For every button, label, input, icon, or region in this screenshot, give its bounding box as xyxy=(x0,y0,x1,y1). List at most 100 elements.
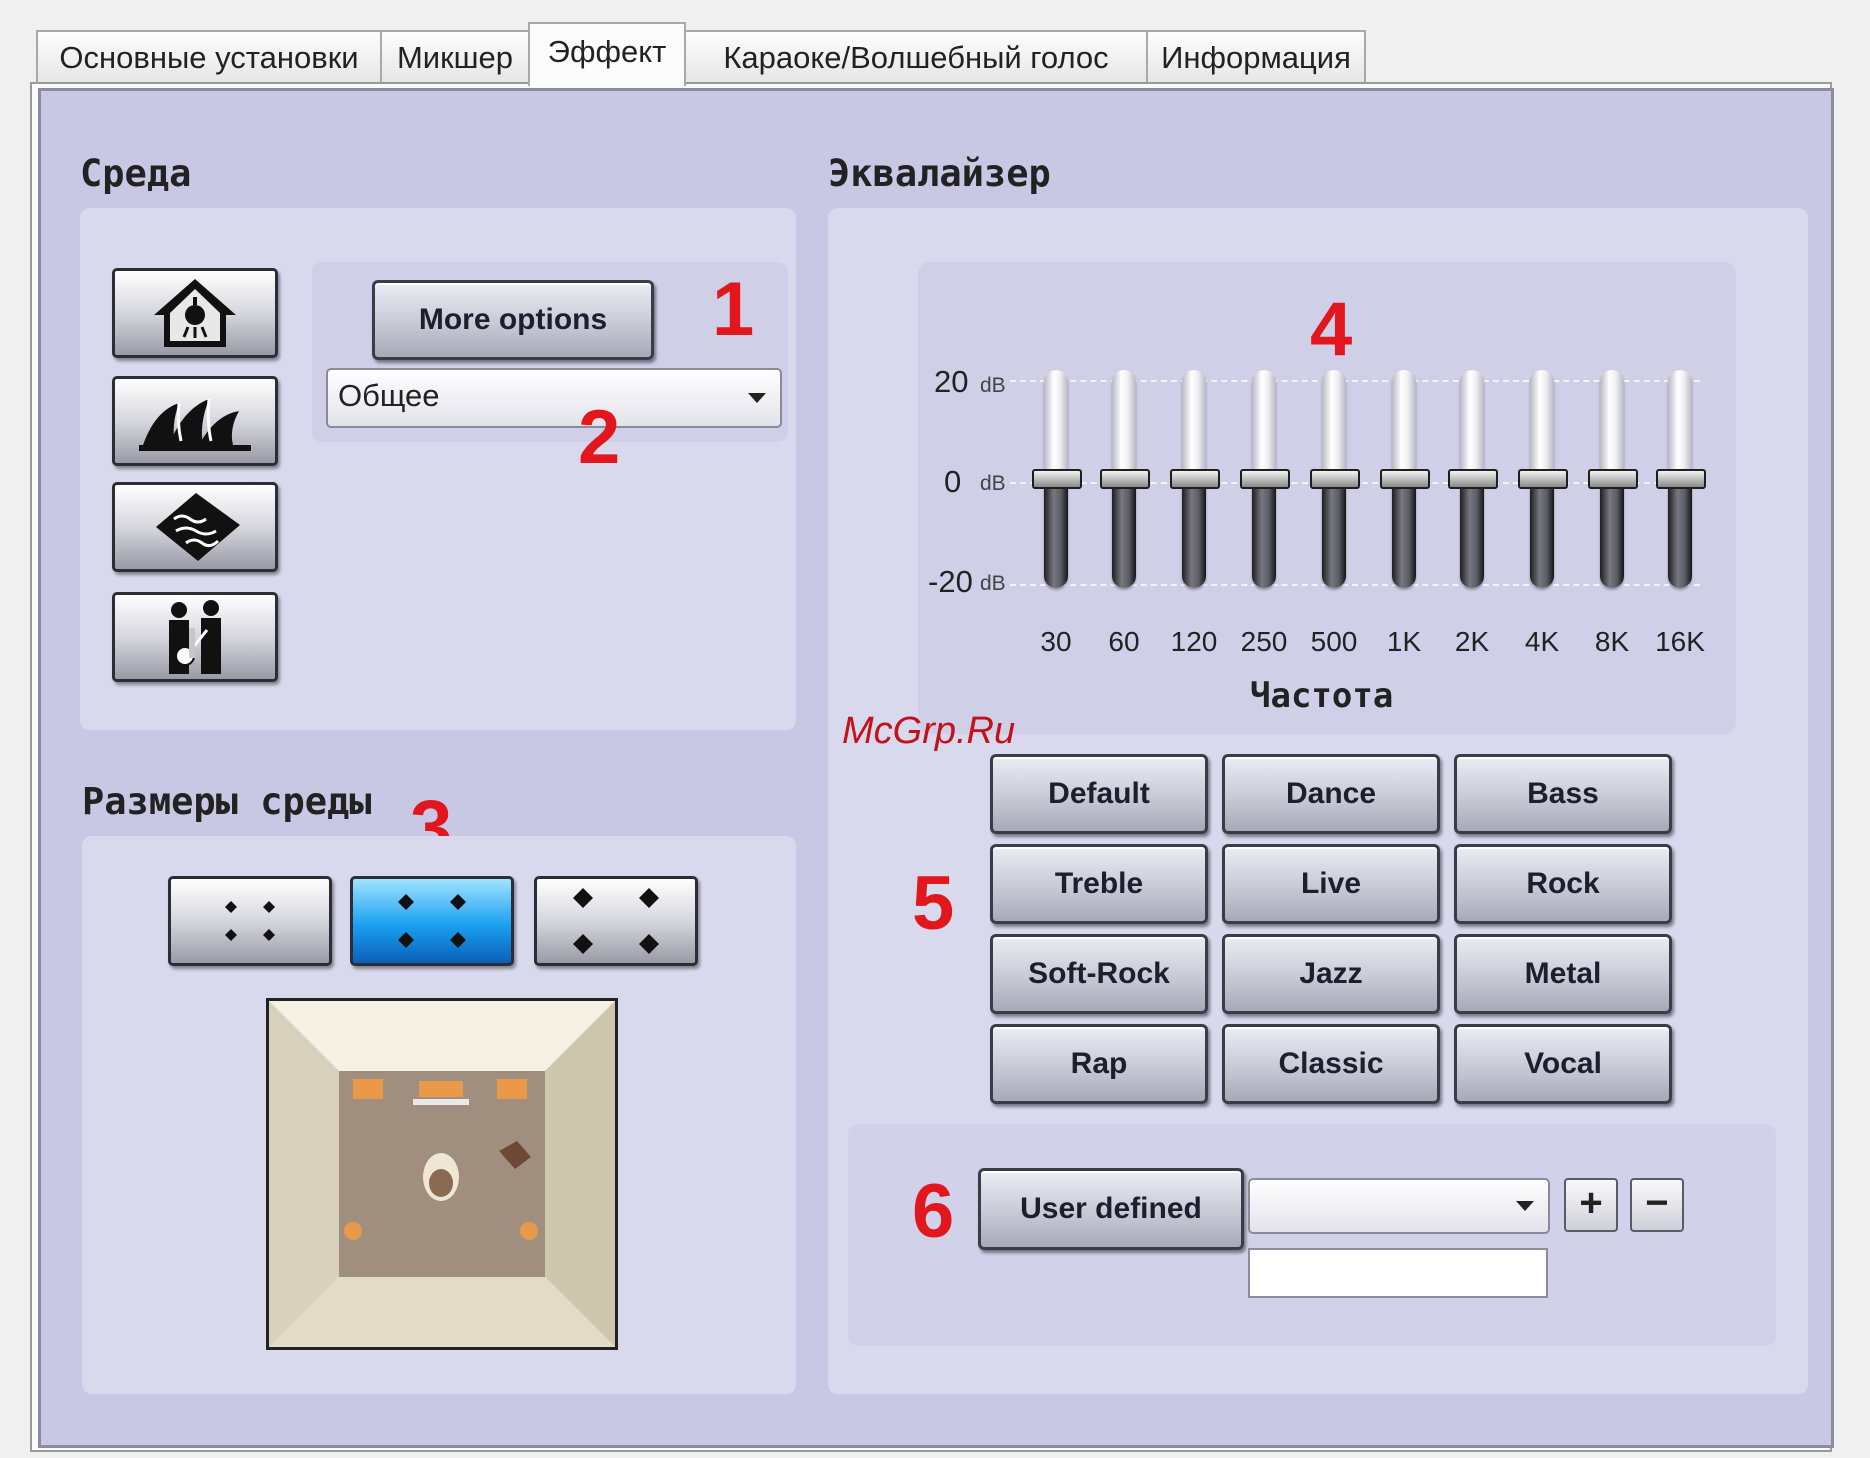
eq-slider-thumb[interactable] xyxy=(1588,469,1638,489)
frequency-label-250: 250 xyxy=(1240,626,1288,657)
add-preset-button[interactable]: + xyxy=(1564,1178,1618,1232)
frequency-label-8K: 8K xyxy=(1594,626,1630,657)
frequency-label-16K: 16K xyxy=(1655,626,1705,657)
eq-slider-60[interactable] xyxy=(1100,370,1150,590)
eq-slider-level xyxy=(1460,479,1484,588)
tab-basic-settings[interactable]: Основные установки xyxy=(36,30,382,82)
room-size-medium-button[interactable] xyxy=(350,876,514,966)
eq-slider-thumb[interactable] xyxy=(1100,469,1150,489)
medium-room-icon xyxy=(398,894,466,948)
db-unit-mid: dB xyxy=(980,472,1006,495)
chevron-down-icon xyxy=(748,393,766,403)
eq-slider-thumb[interactable] xyxy=(1032,469,1082,489)
preset-soft-rock-button[interactable]: Soft-Rock xyxy=(990,934,1208,1014)
tab-mixer[interactable]: Микшер xyxy=(380,30,530,82)
preset-dance-button[interactable]: Dance xyxy=(1222,754,1440,834)
frequency-label-120: 120 xyxy=(1170,626,1218,657)
environment-preset-dropdown[interactable]: Общее xyxy=(326,368,782,428)
preset-live-button[interactable]: Live xyxy=(1222,844,1440,924)
eq-slider-thumb[interactable] xyxy=(1518,469,1568,489)
annotation-2: 2 xyxy=(578,395,621,480)
db-unit-top: dB xyxy=(980,374,1006,397)
eq-slider-1K[interactable] xyxy=(1380,370,1430,590)
eq-slider-level xyxy=(1182,479,1206,588)
frequency-label-1K: 1K xyxy=(1386,626,1422,657)
more-options-label: More options xyxy=(418,303,608,336)
room-preview-image xyxy=(269,1001,615,1347)
annotation-4: 4 xyxy=(1310,287,1353,372)
eq-slider-thumb[interactable] xyxy=(1170,469,1220,489)
frequency-label-60: 60 xyxy=(1108,626,1140,657)
user-defined-label: User defined xyxy=(1020,1192,1202,1225)
tab-karaoke[interactable]: Караоке/Волшебный голос xyxy=(684,30,1148,82)
preset-vocal-label: Vocal xyxy=(1524,1047,1602,1080)
eq-slider-thumb[interactable] xyxy=(1448,469,1498,489)
user-preset-dropdown[interactable] xyxy=(1248,1178,1550,1234)
watermark: McGrp.Ru xyxy=(842,710,1016,752)
room-size-large-button[interactable] xyxy=(534,876,698,966)
room-size-small-button[interactable] xyxy=(168,876,332,966)
preset-rap-button[interactable]: Rap xyxy=(990,1024,1208,1104)
preset-treble-button[interactable]: Treble xyxy=(990,844,1208,924)
user-defined-button[interactable]: User defined xyxy=(978,1168,1244,1250)
preset-live-label: Live xyxy=(1300,867,1362,900)
water-carpet-icon xyxy=(156,493,240,561)
equalizer-title: Эквалайзер xyxy=(828,152,1051,195)
eq-slider-2K[interactable] xyxy=(1448,370,1498,590)
db-label-mid: 0 xyxy=(944,464,962,499)
db-label-top: 20 xyxy=(934,364,969,399)
remove-preset-button[interactable]: − xyxy=(1630,1178,1684,1232)
db-label-bottom: -20 xyxy=(928,564,973,599)
frequency-label-4K: 4K xyxy=(1524,626,1560,657)
preset-classic-button[interactable]: Classic xyxy=(1222,1024,1440,1104)
eq-slider-level xyxy=(1392,479,1416,588)
eq-slider-250[interactable] xyxy=(1240,370,1290,590)
eq-slider-4K[interactable] xyxy=(1518,370,1568,590)
frequency-axis-label: Частота xyxy=(1250,676,1394,716)
annotation-1: 1 xyxy=(712,267,755,352)
preset-dance-label: Dance xyxy=(1285,777,1377,810)
eq-slider-thumb[interactable] xyxy=(1656,469,1706,489)
environment-title: Среда xyxy=(80,152,192,195)
preset-classic-label: Classic xyxy=(1278,1047,1384,1080)
opera-preset-button[interactable] xyxy=(112,376,278,466)
bathroom-house-icon xyxy=(154,279,236,347)
preset-treble-label: Treble xyxy=(1054,867,1144,900)
eq-slider-thumb[interactable] xyxy=(1380,469,1430,489)
eq-slider-30[interactable] xyxy=(1032,370,1082,590)
opera-house-icon xyxy=(139,398,251,451)
preset-rock-button[interactable]: Rock xyxy=(1454,844,1672,924)
preset-jazz-label: Jazz xyxy=(1299,957,1363,990)
more-options-button[interactable]: More options xyxy=(372,280,654,360)
room-size-title: Размеры среды xyxy=(82,780,372,823)
preset-metal-button[interactable]: Metal xyxy=(1454,934,1672,1014)
eq-slider-500[interactable] xyxy=(1310,370,1360,590)
eq-slider-thumb[interactable] xyxy=(1310,469,1360,489)
eq-slider-thumb[interactable] xyxy=(1240,469,1290,489)
preset-soft-rock-label: Soft-Rock xyxy=(1028,957,1170,990)
preset-metal-label: Metal xyxy=(1524,957,1602,990)
preset-bass-button[interactable]: Bass xyxy=(1454,754,1672,834)
preset-default-button[interactable]: Default xyxy=(990,754,1208,834)
eq-slider-8K[interactable] xyxy=(1588,370,1638,590)
carpet-preset-button[interactable] xyxy=(112,482,278,572)
chevron-down-icon xyxy=(1516,1201,1534,1211)
preset-jazz-button[interactable]: Jazz xyxy=(1222,934,1440,1014)
frequency-label-2K: 2K xyxy=(1454,626,1490,657)
street-musicians-icon xyxy=(169,600,221,674)
eq-slider-16K[interactable] xyxy=(1656,370,1706,590)
preset-rock-label: Rock xyxy=(1526,867,1600,900)
musicians-preset-button[interactable] xyxy=(112,592,278,682)
eq-slider-level xyxy=(1252,479,1276,588)
eq-slider-level xyxy=(1112,479,1136,588)
tab-information[interactable]: Информация xyxy=(1146,30,1366,82)
preset-vocal-button[interactable]: Vocal xyxy=(1454,1024,1672,1104)
large-room-icon xyxy=(573,888,659,954)
frequency-label-30: 30 xyxy=(1040,626,1072,657)
eq-slider-120[interactable] xyxy=(1170,370,1220,590)
user-preset-name-input[interactable] xyxy=(1248,1248,1548,1298)
bathroom-preset-button[interactable] xyxy=(112,268,278,358)
tab-effect[interactable]: Эффект xyxy=(528,22,686,86)
eq-slider-level xyxy=(1530,479,1554,588)
preset-bass-label: Bass xyxy=(1527,777,1599,810)
